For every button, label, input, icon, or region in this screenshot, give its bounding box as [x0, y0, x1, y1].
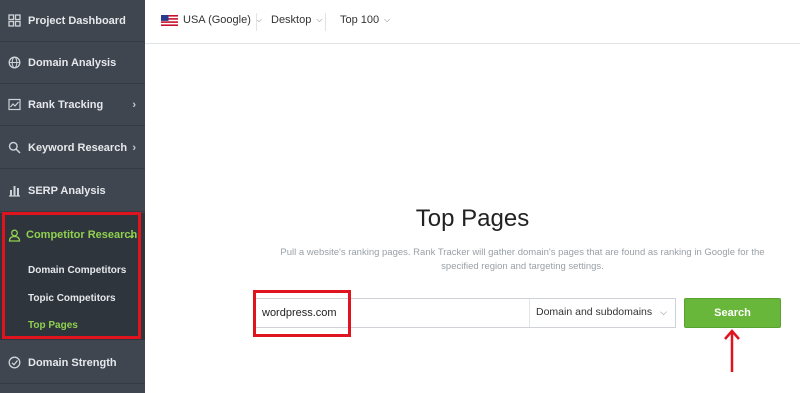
chevron-down-icon: ⌄ [127, 230, 136, 241]
chevron-down-icon: ⌵ [384, 15, 391, 24]
chevron-down-icon: ⌵ [660, 307, 667, 317]
app-window: Project Dashboard Domain Analysis Rank T… [0, 0, 800, 393]
top-bar: USA (Google) ⌵ Desktop ⌵ Top 100 ⌵ [145, 0, 800, 44]
divider [256, 13, 257, 31]
sidebar-item-domain-analysis[interactable]: Domain Analysis [0, 42, 145, 84]
search-bar: Domain and subdomains ⌵ [253, 298, 676, 328]
sidebar-item-label: Domain Analysis [28, 56, 117, 69]
sidebar-subitem-top-pages[interactable]: Top Pages [28, 320, 78, 331]
chevron-down-icon: ⌵ [316, 15, 323, 24]
sidebar-item-project-dashboard[interactable]: Project Dashboard [0, 0, 145, 42]
scope-select[interactable]: Domain and subdomains [536, 306, 652, 318]
sidebar-item-keyword-research[interactable]: Keyword Research › [0, 127, 145, 169]
device-label: Desktop [271, 14, 312, 26]
gauge-icon [8, 356, 21, 369]
region-dropdown[interactable]: USA (Google) ⌵ [161, 14, 262, 26]
chevron-right-icon: › [132, 141, 136, 154]
search-icon [8, 141, 21, 154]
depth-label: Top 100 [340, 14, 380, 26]
annotation-arrow-icon [724, 329, 740, 372]
sidebar-item-serp-analysis[interactable]: SERP Analysis [0, 170, 145, 212]
sidebar-item-competitor-research[interactable]: Competitor Research ⌄ [0, 213, 145, 257]
sidebar-subitem-topic-competitors[interactable]: Topic Competitors [28, 293, 116, 304]
globe-icon [8, 56, 21, 69]
chart-line-icon [8, 98, 21, 111]
sidebar-item-label: Rank Tracking [28, 98, 104, 111]
sidebar-item-domain-strength[interactable]: Domain Strength [0, 342, 145, 384]
divider [529, 299, 530, 327]
bar-chart-icon [8, 184, 21, 197]
chevron-right-icon: › [132, 98, 136, 111]
device-dropdown[interactable]: Desktop ⌵ [271, 14, 322, 26]
sidebar-item-label: Domain Strength [28, 356, 117, 369]
sidebar-item-label: Project Dashboard [28, 14, 126, 27]
region-label: USA (Google) [183, 14, 251, 26]
sidebar-item-label: Keyword Research [28, 141, 128, 154]
search-button[interactable]: Search [684, 298, 781, 328]
domain-search-input[interactable] [262, 305, 522, 321]
sidebar-subitem-domain-competitors[interactable]: Domain Competitors [28, 265, 126, 276]
depth-dropdown[interactable]: Top 100 ⌵ [340, 14, 390, 26]
dashboard-icon [8, 14, 21, 27]
page-title: Top Pages [415, 205, 530, 232]
divider [325, 13, 326, 31]
us-flag-icon [161, 14, 178, 26]
sidebar-item-rank-tracking[interactable]: Rank Tracking › [0, 84, 145, 126]
sidebar-item-label: Competitor Research [26, 229, 138, 241]
sidebar: Project Dashboard Domain Analysis Rank T… [0, 0, 145, 393]
page-description: Pull a website's ranking pages. Rank Tra… [280, 247, 765, 272]
user-icon [8, 229, 21, 242]
sidebar-item-label: SERP Analysis [28, 184, 106, 197]
